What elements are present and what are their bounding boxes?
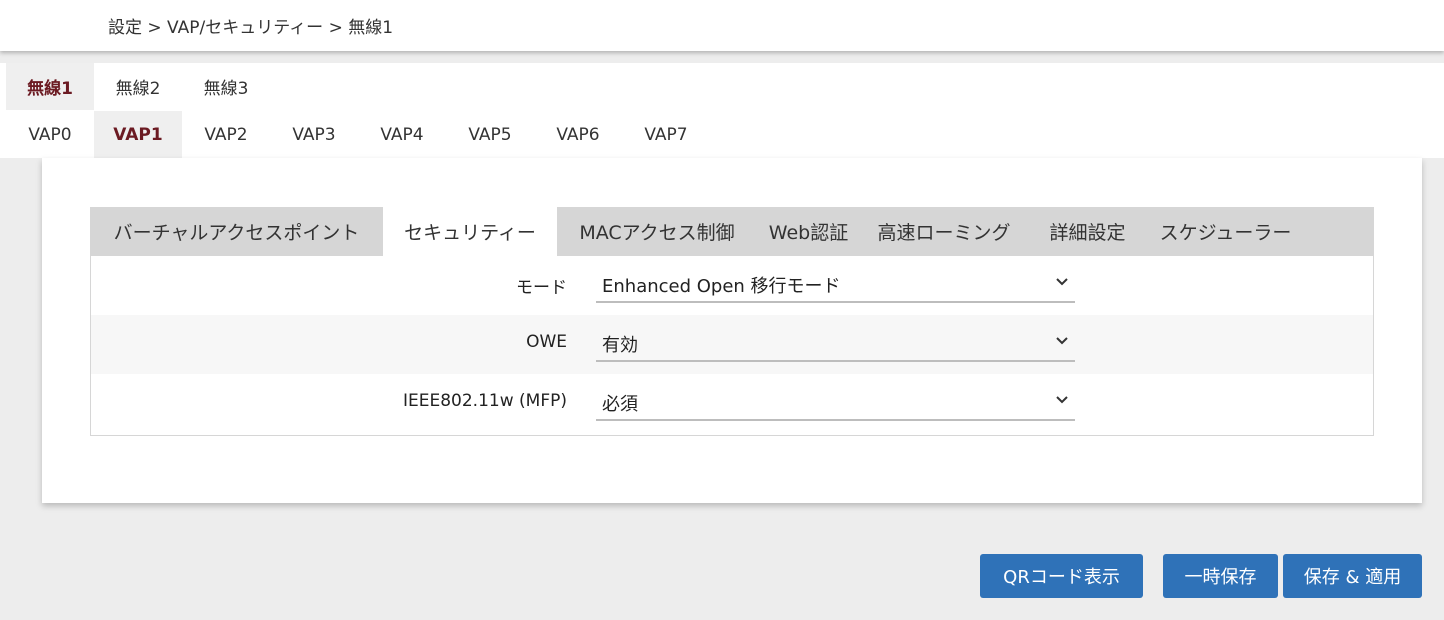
settings-panel: バーチャルアクセスポイント セキュリティー MACアクセス制御 Web認証 高速…	[42, 158, 1422, 503]
tab-fast-roaming[interactable]: 高速ローミング	[860, 207, 1028, 256]
radio-tabs: 無線1 無線2 無線3	[6, 63, 270, 110]
tab-vap2[interactable]: VAP2	[182, 111, 270, 158]
mfp-label: IEEE802.11w (MFP)	[403, 391, 567, 411]
security-form: モード Enhanced Open 移行モード OWE 有効 IEEE802.1…	[90, 256, 1374, 436]
mfp-select[interactable]: 必須	[596, 379, 1075, 421]
form-row-mfp: IEEE802.11w (MFP) 必須	[91, 374, 1373, 433]
tab-area: 無線1 無線2 無線3 VAP0 VAP1 VAP2 VAP3 VAP4 VAP…	[0, 63, 1444, 158]
tab-scheduler[interactable]: スケジューラー	[1147, 207, 1304, 256]
tab-vap5[interactable]: VAP5	[446, 111, 534, 158]
tab-radio1[interactable]: 無線1	[6, 63, 94, 110]
save-apply-button[interactable]: 保存 & 適用	[1283, 554, 1422, 598]
page-header: 設定 > VAP/セキュリティー > 無線1	[0, 0, 1444, 51]
chevron-down-icon	[1056, 337, 1068, 345]
qr-code-button[interactable]: QRコード表示	[980, 554, 1143, 598]
temp-save-button[interactable]: 一時保存	[1163, 554, 1278, 598]
tab-radio2[interactable]: 無線2	[94, 63, 182, 110]
tab-web-auth[interactable]: Web認証	[757, 207, 860, 256]
mode-select[interactable]: Enhanced Open 移行モード	[596, 261, 1075, 303]
vap-tabs: VAP0 VAP1 VAP2 VAP3 VAP4 VAP5 VAP6 VAP7	[6, 111, 710, 158]
form-row-mode: モード Enhanced Open 移行モード	[91, 256, 1373, 315]
chevron-down-icon	[1056, 396, 1068, 404]
owe-select-value: 有効	[602, 335, 638, 356]
mfp-select-value: 必須	[602, 394, 638, 415]
tab-vap1[interactable]: VAP1	[94, 111, 182, 158]
tab-mac-access[interactable]: MACアクセス制御	[557, 207, 757, 256]
tab-vap3[interactable]: VAP3	[270, 111, 358, 158]
tab-vap4[interactable]: VAP4	[358, 111, 446, 158]
tab-virtual-ap[interactable]: バーチャルアクセスポイント	[90, 207, 383, 256]
owe-label: OWE	[526, 332, 567, 352]
owe-select[interactable]: 有効	[596, 320, 1075, 362]
tab-vap6[interactable]: VAP6	[534, 111, 622, 158]
tab-radio3[interactable]: 無線3	[182, 63, 270, 110]
tab-security[interactable]: セキュリティー	[383, 207, 557, 256]
form-row-owe: OWE 有効	[91, 315, 1373, 374]
breadcrumb: 設定 > VAP/セキュリティー > 無線1	[108, 18, 394, 38]
tab-vap7[interactable]: VAP7	[622, 111, 710, 158]
tab-advanced[interactable]: 詳細設定	[1028, 207, 1147, 256]
sub-tabs: バーチャルアクセスポイント セキュリティー MACアクセス制御 Web認証 高速…	[90, 207, 1374, 256]
tab-vap0[interactable]: VAP0	[6, 111, 94, 158]
mode-label: モード	[516, 278, 567, 298]
mode-select-value: Enhanced Open 移行モード	[602, 276, 841, 297]
chevron-down-icon	[1056, 278, 1068, 286]
